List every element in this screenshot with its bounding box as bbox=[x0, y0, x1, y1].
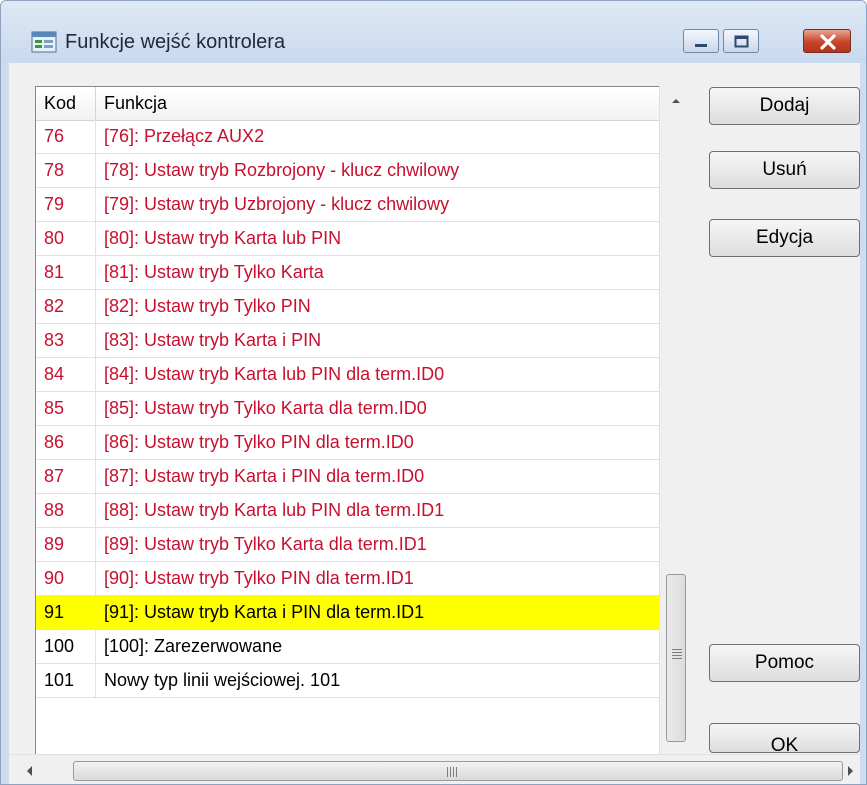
cell-kod: 81 bbox=[36, 256, 96, 289]
cell-kod: 88 bbox=[36, 494, 96, 527]
cell-funkcja: [86]: Ustaw tryb Tylko PIN dla term.ID0 bbox=[104, 432, 414, 452]
help-button[interactable]: Pomoc bbox=[709, 644, 860, 682]
cell-funkcja: [100]: Zarezerwowane bbox=[104, 636, 283, 656]
table-row[interactable]: 84 [84]: Ustaw tryb Karta lub PIN dla ter… bbox=[36, 358, 676, 392]
table-row[interactable]: 101 Nowy typ linii wejściowej. 101 bbox=[36, 664, 676, 698]
ok-button[interactable]: OK bbox=[709, 723, 860, 753]
table-row[interactable]: 86 [86]: Ustaw tryb Tylko PIN dla term.ID… bbox=[36, 426, 676, 460]
table-row[interactable]: 83 [83]: Ustaw tryb Karta i PIN bbox=[36, 324, 676, 358]
table-row[interactable]: 78 [78]: Ustaw tryb Rozbrojony - klucz ch… bbox=[36, 154, 676, 188]
scroll-left-icon[interactable] bbox=[9, 755, 49, 785]
scroll-grip-icon bbox=[672, 649, 682, 650]
table-row[interactable]: 87 [87]: Ustaw tryb Karta i PIN dla term.… bbox=[36, 460, 676, 494]
maximize-icon bbox=[734, 35, 749, 48]
table-row[interactable]: 81 [81]: Ustaw tryb Tylko Karta bbox=[36, 256, 676, 290]
cell-funkcja: [78]: Ustaw tryb Rozbrojony - klucz chwi… bbox=[104, 160, 460, 180]
table-row[interactable]: 88 [88]: Ustaw tryb Karta lub PIN dla ter… bbox=[36, 494, 676, 528]
scroll-grip-icon bbox=[447, 767, 448, 777]
add-button[interactable]: Dodaj bbox=[709, 87, 860, 125]
dialog-window: Funkcje wejść kontrolera Kod Funkcja 76 [… bbox=[0, 0, 867, 785]
cell-funkcja: [82]: Ustaw tryb Tylko PIN bbox=[104, 296, 311, 316]
cell-funkcja: [76]: Przełącz AUX2 bbox=[104, 126, 265, 146]
edit-button[interactable]: Edycja bbox=[709, 219, 860, 257]
horizontal-scrollbar[interactable] bbox=[9, 754, 860, 785]
table-row[interactable]: 85 [85]: Ustaw tryb Tylko Karta dla term.… bbox=[36, 392, 676, 426]
cell-kod: 80 bbox=[36, 222, 96, 255]
cell-funkcja: [85]: Ustaw tryb Tylko Karta dla term.ID… bbox=[104, 398, 427, 418]
cell-kod: 89 bbox=[36, 528, 96, 561]
cell-kod: 82 bbox=[36, 290, 96, 323]
table-row[interactable]: 76 [76]: Przełącz AUX2 bbox=[36, 120, 676, 154]
cell-kod: 85 bbox=[36, 392, 96, 425]
column-header-funkcja[interactable]: Funkcja bbox=[96, 87, 674, 120]
functions-list[interactable]: Kod Funkcja 76 [76]: Przełącz AUX2 78 [78]:… bbox=[35, 86, 691, 784]
close-icon bbox=[820, 34, 836, 50]
table-row[interactable]: 100 [100]: Zarezerwowane bbox=[36, 630, 676, 664]
title-bar[interactable]: Funkcje wejść kontrolera bbox=[1, 1, 866, 63]
cell-kod: 79 bbox=[36, 188, 96, 221]
cell-kod: 83 bbox=[36, 324, 96, 357]
cell-funkcja: [87]: Ustaw tryb Karta i PIN dla term.ID… bbox=[104, 466, 425, 486]
table-row[interactable]: 82 [82]: Ustaw tryb Tylko PIN bbox=[36, 290, 676, 324]
cell-funkcja: [83]: Ustaw tryb Karta i PIN bbox=[104, 330, 322, 350]
cell-funkcja: Nowy typ linii wejściowej. 101 bbox=[104, 670, 341, 690]
column-header-kod[interactable]: Kod bbox=[36, 87, 96, 120]
cell-kod: 84 bbox=[36, 358, 96, 391]
close-button[interactable] bbox=[803, 29, 851, 53]
minimize-icon bbox=[695, 44, 707, 47]
cell-kod: 78 bbox=[36, 154, 96, 187]
table-row[interactable]: 79 [79]: Ustaw tryb Uzbrojony - klucz chw… bbox=[36, 188, 676, 222]
cell-kod: 76 bbox=[36, 120, 96, 153]
cell-funkcja: [81]: Ustaw tryb Tylko Karta bbox=[104, 262, 324, 282]
cell-kod: 101 bbox=[36, 664, 96, 697]
cell-funkcja: [91]: Ustaw tryb Karta i PIN dla term.ID… bbox=[104, 602, 425, 622]
cell-funkcja: [88]: Ustaw tryb Karta lub PIN dla term.… bbox=[104, 500, 445, 520]
vertical-scroll-thumb[interactable] bbox=[666, 574, 686, 742]
cell-kod: 86 bbox=[36, 426, 96, 459]
vertical-scrollbar[interactable] bbox=[659, 86, 692, 754]
table-row[interactable]: 80 [80]: Ustaw tryb Karta lub PIN bbox=[36, 222, 676, 256]
horizontal-scroll-thumb[interactable] bbox=[73, 761, 843, 781]
table-row-selected[interactable]: 91 [91]: Ustaw tryb Karta i PIN dla term.… bbox=[36, 596, 676, 630]
cell-kod: 87 bbox=[36, 460, 96, 493]
table-row[interactable]: 89 [89]: Ustaw tryb Tylko Karta dla term.… bbox=[36, 528, 676, 562]
cell-kod: 90 bbox=[36, 562, 96, 595]
cell-funkcja: [80]: Ustaw tryb Karta lub PIN bbox=[104, 228, 342, 248]
cell-kod: 91 bbox=[36, 596, 96, 629]
scroll-up-icon[interactable] bbox=[660, 86, 692, 116]
cell-funkcja: [84]: Ustaw tryb Karta lub PIN dla term.… bbox=[104, 364, 445, 384]
remove-button[interactable]: Usuń bbox=[709, 151, 860, 189]
maximize-button[interactable] bbox=[723, 29, 759, 53]
list-header: Kod Funkcja bbox=[36, 87, 690, 121]
scroll-right-icon[interactable] bbox=[841, 755, 860, 785]
cell-funkcja: [79]: Ustaw tryb Uzbrojony - klucz chwil… bbox=[104, 194, 450, 214]
cell-funkcja: [90]: Ustaw tryb Tylko PIN dla term.ID1 bbox=[104, 568, 414, 588]
cell-funkcja: [89]: Ustaw tryb Tylko Karta dla term.ID… bbox=[104, 534, 427, 554]
cell-kod: 100 bbox=[36, 630, 96, 663]
minimize-button[interactable] bbox=[683, 29, 719, 53]
window-list-icon bbox=[31, 31, 57, 53]
window-title: Funkcje wejść kontrolera bbox=[65, 31, 286, 53]
table-row[interactable]: 90 [90]: Ustaw tryb Tylko PIN dla term.ID… bbox=[36, 562, 676, 596]
